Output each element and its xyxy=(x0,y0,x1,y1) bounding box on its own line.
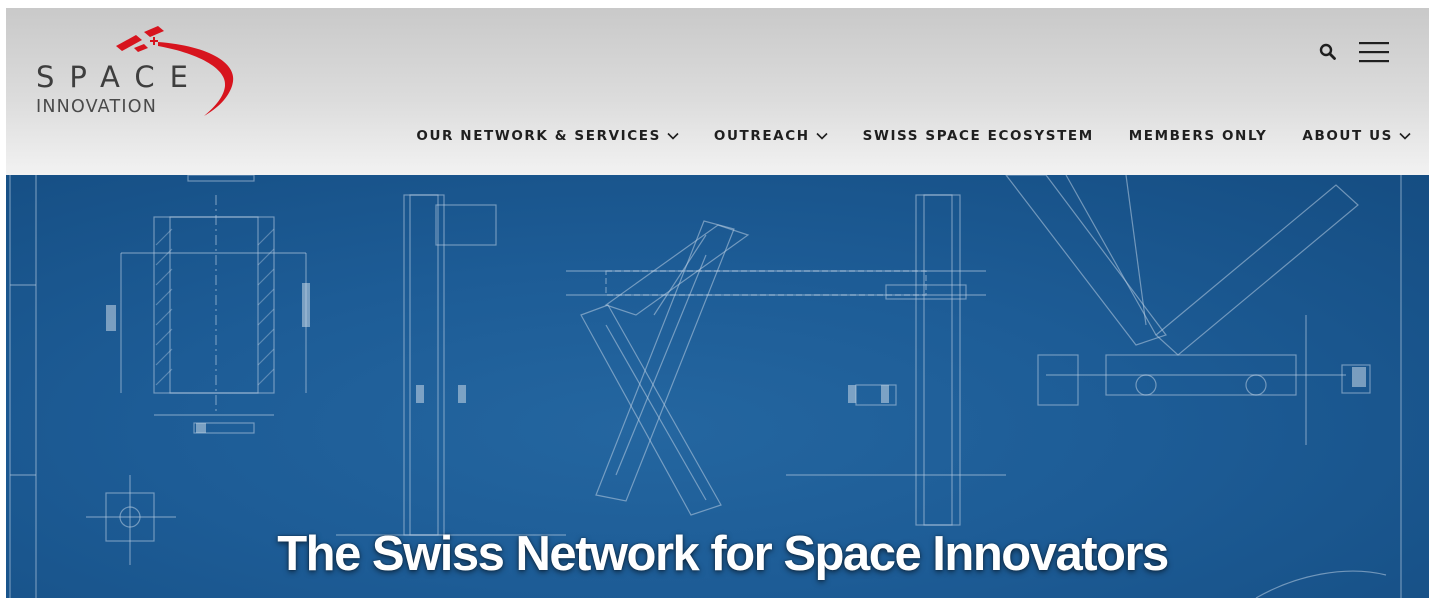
hamburger-menu-icon[interactable] xyxy=(1359,41,1389,68)
logo-wordmark-space: SPACE xyxy=(36,60,203,94)
nav-item-label: OUR NETWORK & SERVICES xyxy=(416,128,661,144)
chevron-down-icon xyxy=(1399,132,1411,140)
search-icon[interactable] xyxy=(1319,43,1337,66)
nav-item-members-only[interactable]: MEMBERS ONLY xyxy=(1129,128,1268,144)
nav-item-swiss-space-ecosystem[interactable]: SWISS SPACE ECOSYSTEM xyxy=(863,128,1094,144)
hero-title: The Swiss Network for Space Innovators xyxy=(277,526,1169,581)
main-nav: OUR NETWORK & SERVICES OUTREACH SWISS SP… xyxy=(416,128,1411,144)
nav-item-about-us[interactable]: ABOUT US xyxy=(1302,128,1411,144)
nav-item-our-network-services[interactable]: OUR NETWORK & SERVICES xyxy=(416,128,679,144)
nav-item-outreach[interactable]: OUTREACH xyxy=(714,128,828,144)
logo-wordmark-innovation: INNOVATION xyxy=(36,97,157,117)
chevron-down-icon xyxy=(667,132,679,140)
site-header: SPACE INNOVATION OUR NETWORK & SERVICES … xyxy=(6,8,1429,175)
chevron-down-icon xyxy=(816,132,828,140)
page: SPACE INNOVATION OUR NETWORK & SERVICES … xyxy=(6,8,1429,598)
nav-item-label: OUTREACH xyxy=(713,128,810,144)
nav-item-label: ABOUT US xyxy=(1302,128,1393,144)
hero-banner: The Swiss Network for Space Innovators xyxy=(6,175,1429,598)
logo-link[interactable]: SPACE INNOVATION xyxy=(32,26,242,126)
nav-item-label: MEMBERS ONLY xyxy=(1128,128,1268,144)
header-tools xyxy=(1319,40,1389,68)
nav-item-label: SWISS SPACE ECOSYSTEM xyxy=(862,128,1094,144)
